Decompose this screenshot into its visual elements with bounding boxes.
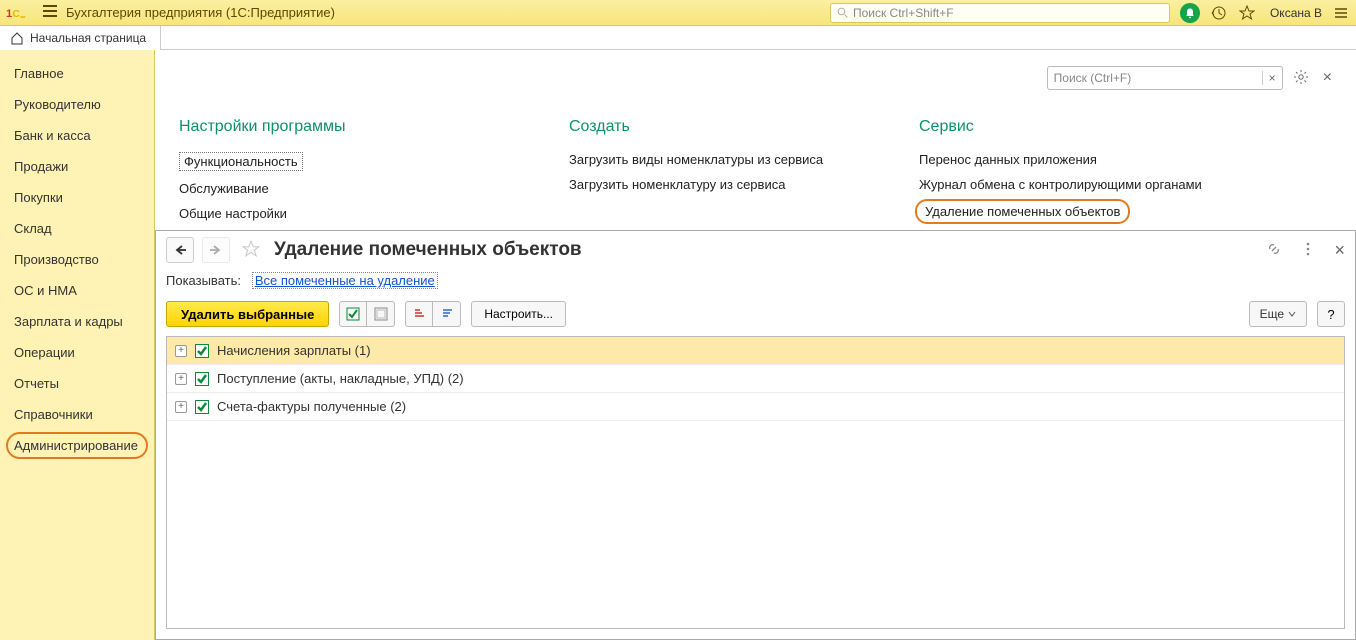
- sidebar-item-sales[interactable]: Продажи: [0, 151, 154, 182]
- col-create-title: Создать: [569, 118, 859, 136]
- row-label: Начисления зарплаты (1): [217, 343, 371, 358]
- list-row[interactable]: + Поступление (акты, накладные, УПД) (2): [167, 365, 1344, 393]
- link-load-nomenclature[interactable]: Загрузить номенклатуру из сервиса: [569, 177, 859, 192]
- row-label: Поступление (акты, накладные, УПД) (2): [217, 371, 464, 386]
- sort-asc-button[interactable]: [405, 301, 433, 327]
- nav-forward-button: [202, 237, 230, 263]
- col-settings-title: Настройки программы: [179, 118, 509, 136]
- row-checkbox[interactable]: [195, 400, 209, 414]
- app-logo: 1C: [6, 4, 30, 22]
- search-placeholder: Поиск Ctrl+Shift+F: [853, 6, 954, 20]
- panel-settings-icon[interactable]: [1293, 69, 1309, 88]
- sidebar-item-catalogs[interactable]: Справочники: [0, 399, 154, 430]
- sort-desc-button[interactable]: [433, 301, 461, 327]
- sidebar-item-purchases[interactable]: Покупки: [0, 182, 154, 213]
- objects-list: + Начисления зарплаты (1) + Поступление …: [166, 336, 1345, 629]
- history-icon[interactable]: [1210, 4, 1228, 22]
- sidebar-item-main[interactable]: Главное: [0, 58, 154, 89]
- uncheck-all-button[interactable]: [367, 301, 395, 327]
- list-row[interactable]: + Счета-фактуры полученные (2): [167, 393, 1344, 421]
- sidebar-item-bank[interactable]: Банк и касса: [0, 120, 154, 151]
- link-general-settings[interactable]: Общие настройки: [179, 206, 509, 221]
- panel-search-input[interactable]: Поиск (Ctrl+F) ×: [1047, 66, 1283, 90]
- expand-icon[interactable]: +: [175, 345, 187, 357]
- panel-search-placeholder: Поиск (Ctrl+F): [1054, 71, 1132, 85]
- sidebar-item-admin[interactable]: Администрирование: [0, 430, 154, 461]
- col-service-title: Сервис: [919, 118, 1202, 136]
- search-icon: [837, 7, 849, 19]
- panel-close-icon[interactable]: ×: [1323, 69, 1332, 87]
- sidebar-item-manager[interactable]: Руководителю: [0, 89, 154, 120]
- main-menu-icon[interactable]: [42, 4, 58, 21]
- row-checkbox[interactable]: [195, 372, 209, 386]
- sidebar-item-operations[interactable]: Операции: [0, 337, 154, 368]
- link-transfer-data[interactable]: Перенос данных приложения: [919, 152, 1202, 167]
- svg-text:1: 1: [6, 8, 12, 20]
- user-name[interactable]: Оксана В: [1270, 6, 1322, 20]
- expand-icon[interactable]: +: [175, 401, 187, 413]
- row-label: Счета-фактуры полученные (2): [217, 399, 406, 414]
- link-maintenance[interactable]: Обслуживание: [179, 181, 509, 196]
- sidebar: Главное Руководителю Банк и касса Продаж…: [0, 50, 155, 640]
- filter-label: Показывать:: [166, 273, 241, 288]
- window-title: Удаление помеченных объектов: [274, 239, 582, 261]
- help-button[interactable]: ?: [1317, 301, 1345, 327]
- expand-icon[interactable]: +: [175, 373, 187, 385]
- favorites-icon[interactable]: [1238, 4, 1256, 22]
- link-exchange-journal[interactable]: Журнал обмена с контролирующими органами: [919, 177, 1202, 192]
- chevron-down-icon: [1288, 311, 1296, 317]
- filter-link[interactable]: Все помеченные на удаление: [252, 272, 438, 289]
- link-load-nomenclature-types[interactable]: Загрузить виды номенклатуры из сервиса: [569, 152, 859, 167]
- notifications-icon[interactable]: [1180, 3, 1200, 23]
- sidebar-item-warehouse[interactable]: Склад: [0, 213, 154, 244]
- sidebar-item-assets[interactable]: ОС и НМА: [0, 275, 154, 306]
- delete-selected-button[interactable]: Удалить выбранные: [166, 301, 329, 327]
- check-all-button[interactable]: [339, 301, 367, 327]
- favorite-star-icon[interactable]: [242, 240, 260, 261]
- sidebar-item-reports[interactable]: Отчеты: [0, 368, 154, 399]
- row-checkbox[interactable]: [195, 344, 209, 358]
- link-icon[interactable]: [1266, 241, 1282, 260]
- configure-button[interactable]: Настроить...: [471, 301, 566, 327]
- window-close-icon[interactable]: ×: [1334, 240, 1345, 261]
- more-menu-icon[interactable]: [1300, 241, 1316, 260]
- more-button-label: Еще: [1260, 307, 1284, 321]
- sidebar-item-production[interactable]: Производство: [0, 244, 154, 275]
- home-icon: [10, 31, 24, 45]
- global-search-input[interactable]: Поиск Ctrl+Shift+F: [830, 3, 1170, 23]
- tab-home-label: Начальная страница: [30, 31, 146, 45]
- window-menu-icon[interactable]: [1332, 4, 1350, 22]
- sidebar-item-salary[interactable]: Зарплата и кадры: [0, 306, 154, 337]
- panel-search-clear[interactable]: ×: [1262, 71, 1276, 85]
- app-title: Бухгалтерия предприятия (1С:Предприятие): [66, 5, 335, 20]
- more-button[interactable]: Еще: [1249, 301, 1307, 327]
- svg-text:C: C: [12, 9, 20, 20]
- link-delete-marked[interactable]: Удаление помеченных объектов: [919, 202, 1126, 221]
- link-functionality[interactable]: Функциональность: [179, 152, 303, 171]
- tab-home[interactable]: Начальная страница: [0, 26, 161, 50]
- list-row[interactable]: + Начисления зарплаты (1): [167, 337, 1344, 365]
- delete-marked-window: Удаление помеченных объектов × Показыват…: [155, 230, 1356, 640]
- nav-back-button[interactable]: [166, 237, 194, 263]
